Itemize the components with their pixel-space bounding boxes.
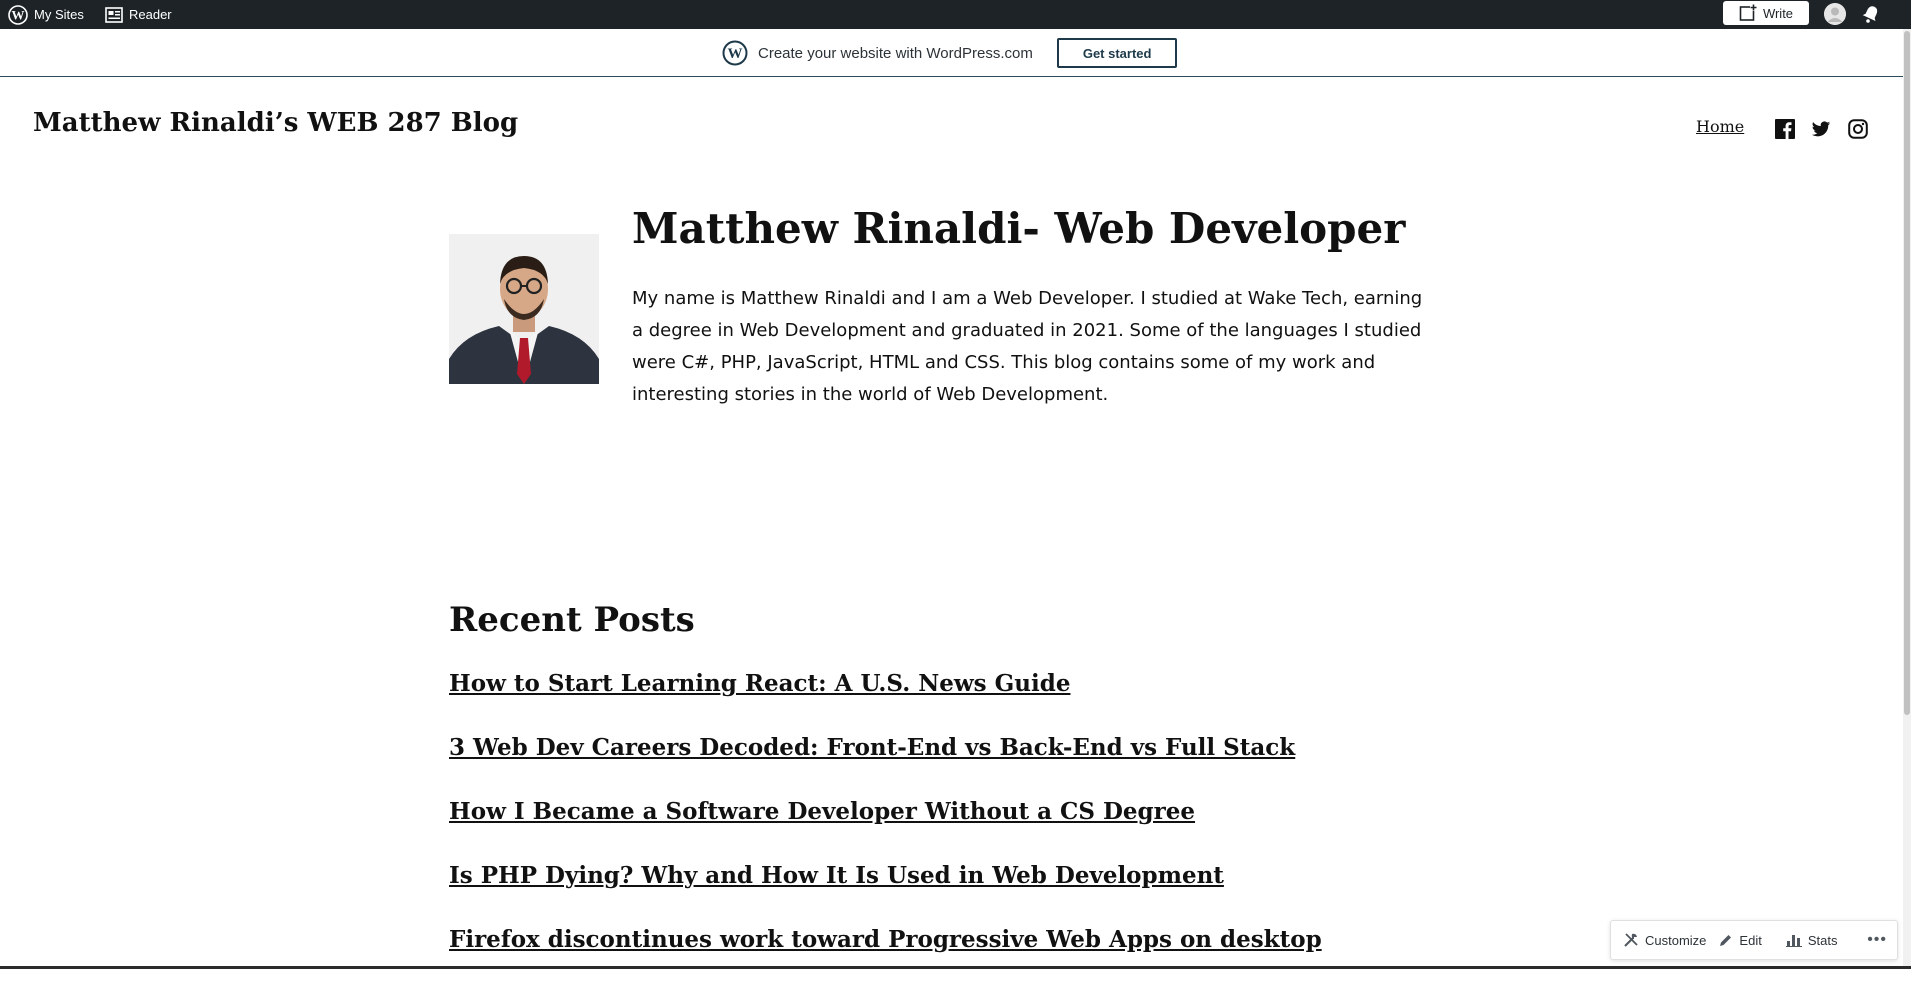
site-title[interactable]: Matthew Rinaldi’s WEB 287 Blog xyxy=(33,108,518,138)
instagram-icon[interactable] xyxy=(1848,119,1868,139)
bio-line: a degree in Web Development and graduate… xyxy=(632,320,1422,341)
svg-text:W: W xyxy=(12,7,25,22)
more-options-icon[interactable]: ••• xyxy=(1867,931,1887,949)
customize-tools-icon xyxy=(1624,933,1638,947)
bio-line: interesting stories in the world of Web … xyxy=(632,384,1109,405)
reader-label: Reader xyxy=(129,7,172,22)
write-button[interactable]: Write xyxy=(1723,1,1809,25)
get-started-button[interactable]: Get started xyxy=(1056,38,1178,68)
signup-banner: W Create your website with WordPress.com… xyxy=(0,29,1911,77)
write-label: Write xyxy=(1762,5,1794,21)
portrait-image xyxy=(449,234,599,384)
wordpress-logo-icon: W xyxy=(722,40,748,66)
list-item: Is PHP Dying? Why and How It Is Used in … xyxy=(449,862,1322,926)
my-sites-label: My Sites xyxy=(34,7,84,22)
wordpress-icon: W xyxy=(8,4,28,25)
facebook-icon[interactable] xyxy=(1775,119,1795,139)
banner-text: Create your website with WordPress.com xyxy=(758,44,1033,62)
customize-button[interactable]: Customize xyxy=(1623,932,1706,948)
edit-label: Edit xyxy=(1739,932,1762,948)
list-item: 3 Web Dev Careers Decoded: Front-End vs … xyxy=(449,734,1322,798)
post-link[interactable]: Firefox discontinues work toward Progres… xyxy=(449,926,1322,953)
stats-bar-chart-icon xyxy=(1785,935,1802,947)
new-post-icon xyxy=(1739,4,1757,21)
stats-button[interactable]: Stats xyxy=(1785,932,1838,948)
list-item: Firefox discontinues work toward Progres… xyxy=(449,926,1322,990)
notifications-icon[interactable] xyxy=(1861,4,1881,24)
actions-bar: Customize Edit Stats ••• xyxy=(1610,920,1898,960)
reader-icon xyxy=(105,6,123,23)
edit-button[interactable]: Edit xyxy=(1718,932,1762,948)
avatar[interactable] xyxy=(1824,3,1846,25)
profile-photo xyxy=(449,234,599,384)
pencil-icon xyxy=(1720,934,1732,946)
user-avatar-icon xyxy=(1824,3,1846,25)
nav-home-link[interactable]: Home xyxy=(1696,117,1744,136)
list-item: How to Start Learning React: A U.S. News… xyxy=(449,670,1322,734)
twitter-icon[interactable] xyxy=(1811,119,1831,139)
stats-label: Stats xyxy=(1807,932,1838,948)
recent-posts-heading: Recent Posts xyxy=(449,600,695,640)
recent-posts-list: How to Start Learning React: A U.S. News… xyxy=(449,670,1322,990)
list-item: How I Became a Software Developer Withou… xyxy=(449,798,1322,862)
post-link[interactable]: 3 Web Dev Careers Decoded: Front-End vs … xyxy=(449,734,1295,761)
admin-bar: W My Sites Reader Write xyxy=(0,0,1911,29)
bio-paragraph: My name is Matthew Rinaldi and I am a We… xyxy=(632,283,1432,411)
post-link[interactable]: Is PHP Dying? Why and How It Is Used in … xyxy=(449,862,1224,889)
bio-line: My name is Matthew Rinaldi and I am a We… xyxy=(632,288,1423,309)
post-link[interactable]: How I Became a Software Developer Withou… xyxy=(449,798,1195,825)
scrollbar-thumb[interactable] xyxy=(1904,31,1910,715)
svg-text:W: W xyxy=(728,46,743,62)
my-sites-button[interactable]: W My Sites xyxy=(8,0,84,29)
customize-label: Customize xyxy=(1645,932,1707,948)
bio-line: were C#, PHP, JavaScript, HTML and CSS. … xyxy=(632,352,1376,373)
post-link[interactable]: How to Start Learning React: A U.S. News… xyxy=(449,670,1070,697)
page-title: Matthew Rinaldi- Web Developer xyxy=(632,204,1406,253)
reader-button[interactable]: Reader xyxy=(105,0,172,29)
